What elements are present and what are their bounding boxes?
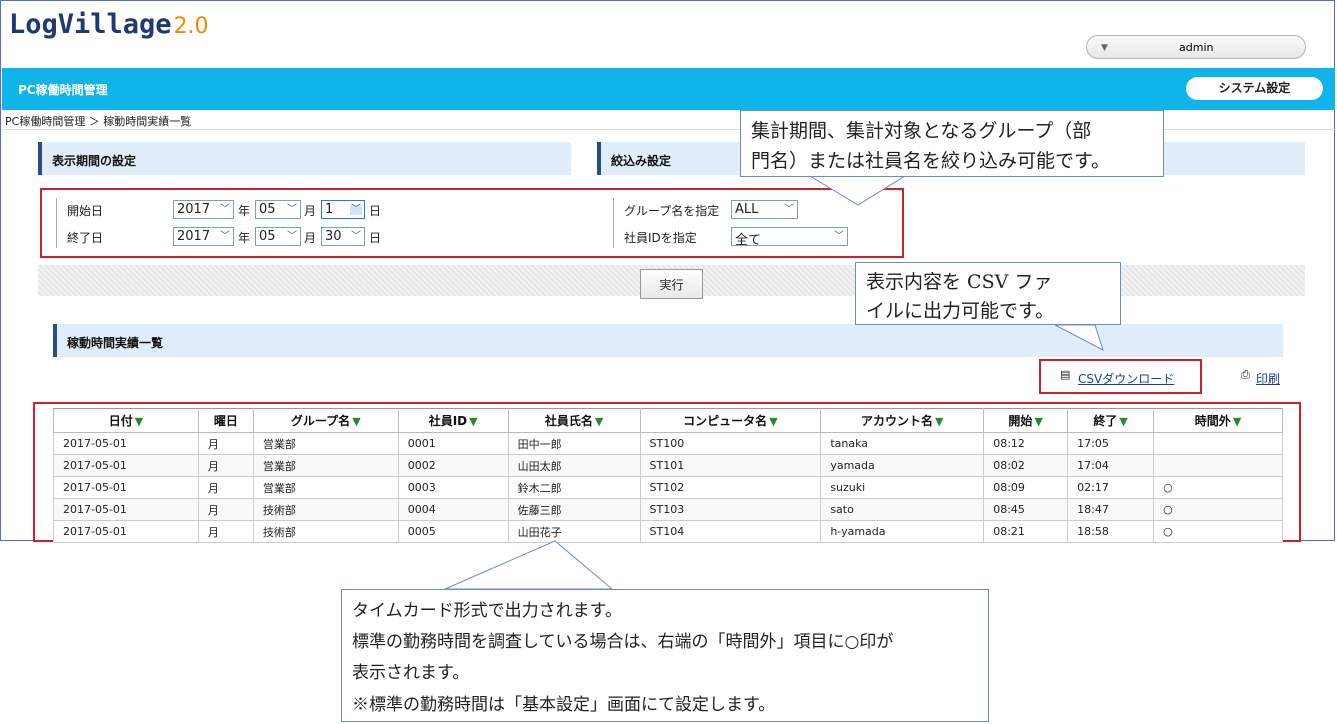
callout-text: 標準の勤務時間を調査している場合は、右端の「時間外」項目に○印が	[352, 632, 894, 652]
callout-text: 門名）または社員名を絞り込み可能です。	[751, 150, 1111, 172]
callout-text: 表示されます。	[352, 663, 470, 683]
callout-text: ※標準の勤務時間は「基本設定」画面にて設定します。	[352, 695, 776, 715]
callout-text: 表示内容を CSV ファ	[866, 271, 1053, 293]
callout-tail	[808, 175, 907, 206]
csv-callout: 表示内容を CSV ファ イルに出力可能です。	[855, 262, 1121, 325]
callout-tail	[1054, 324, 1104, 352]
callout-tail	[444, 540, 614, 590]
table-callout: タイムカード形式で出力されます。 標準の勤務時間を調査している場合は、右端の「時…	[341, 589, 989, 722]
filter-callout: 集計期間、集計対象となるグループ（部 門名）または社員名を絞り込み可能です。	[740, 110, 1164, 177]
callout-text: イルに出力可能です。	[866, 300, 1055, 322]
callout-text: 集計期間、集計対象となるグループ（部	[751, 120, 1092, 142]
callout-text: タイムカード形式で出力されます。	[352, 601, 622, 621]
